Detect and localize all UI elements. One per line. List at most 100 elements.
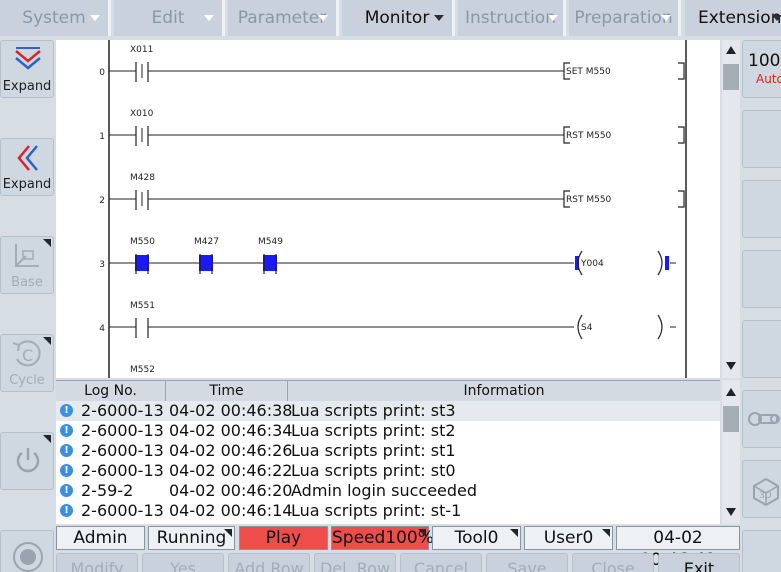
- del-row-button[interactable]: Del. Row: [314, 553, 396, 572]
- 3d-cube-icon: 3D: [753, 477, 779, 507]
- exit-button[interactable]: Exit: [658, 553, 740, 572]
- status-run-state: Running: [148, 526, 235, 550]
- info-icon: !: [60, 484, 73, 497]
- power-button[interactable]: [0, 432, 54, 490]
- contact-label: M427: [194, 237, 219, 247]
- status-user[interactable]: Admin: [56, 526, 145, 550]
- expand-down-icon: [15, 47, 41, 70]
- close-button[interactable]: Close: [572, 553, 654, 572]
- info-icon: !: [60, 444, 73, 457]
- status-tool[interactable]: Tool0: [432, 526, 521, 550]
- chevron-down-icon: [90, 15, 100, 21]
- table-row[interactable]: ! 2-6000-13 04-02 00:46:34 Lua scripts p…: [56, 421, 720, 441]
- menu-extension-label: Extension: [698, 8, 781, 28]
- log-no-cell: 2-6000-13: [81, 501, 164, 520]
- status-mode[interactable]: Play: [239, 526, 328, 550]
- right-button-8[interactable]: [742, 530, 781, 572]
- table-row[interactable]: ! 2-6000-13 04-02 00:46:38 Lua scripts p…: [56, 401, 720, 421]
- zoom-control[interactable]: 100% Auto: [742, 40, 781, 98]
- menu-parameter-label: Parameter: [237, 8, 327, 28]
- contact-energized: [199, 255, 213, 271]
- right-button-4[interactable]: [742, 250, 781, 308]
- contact-label: M428: [130, 173, 155, 183]
- menu-system[interactable]: System: [0, 0, 111, 36]
- add-row-button[interactable]: Add Row: [228, 553, 310, 572]
- log-table-header: Log No. Time Information: [56, 381, 720, 402]
- cancel-button[interactable]: Cancel: [400, 553, 482, 572]
- menu-parameter[interactable]: Parameter: [228, 0, 339, 36]
- rung-number: 0: [99, 68, 105, 78]
- cycle-icon: C: [12, 340, 41, 367]
- menu-system-label: System: [22, 8, 86, 28]
- coil-label: Y004: [580, 259, 604, 269]
- zoom-value: 100%: [748, 51, 781, 71]
- teach-pendant-screen: System Edit Parameter Monitor Instructio…: [0, 0, 781, 572]
- menu-preparation[interactable]: Preparation: [569, 0, 681, 36]
- rung-number: 2: [99, 196, 105, 206]
- scroll-thumb[interactable]: [723, 64, 739, 90]
- corner-marker-icon: [43, 239, 51, 247]
- robot-view-button[interactable]: [742, 390, 781, 448]
- table-row[interactable]: ! 2-6000-13 04-02 00:46:26 Lua scripts p…: [56, 441, 720, 461]
- svg-text:C: C: [22, 346, 33, 365]
- info-icon: !: [60, 504, 73, 517]
- corner-marker-icon: [224, 529, 232, 537]
- menu-instruction[interactable]: Instruction: [458, 0, 566, 36]
- save-button[interactable]: Save: [486, 553, 568, 572]
- right-button-2[interactable]: [742, 110, 781, 168]
- info-icon: !: [60, 464, 73, 477]
- yes-button[interactable]: Yes: [142, 553, 224, 572]
- 3d-view-button[interactable]: 3D: [742, 460, 781, 518]
- menu-preparation-label: Preparation: [574, 8, 673, 28]
- chevron-down-icon: [548, 15, 558, 21]
- scroll-down-icon[interactable]: [726, 362, 736, 370]
- right-button-5[interactable]: [742, 320, 781, 378]
- base-button[interactable]: Base: [0, 236, 54, 294]
- log-scrollbar[interactable]: [722, 380, 740, 524]
- menu-monitor[interactable]: Monitor: [342, 0, 455, 36]
- table-row[interactable]: ! 2-6000-13 04-02 00:46:22 Lua scripts p…: [56, 461, 720, 481]
- expand-down-button[interactable]: Expand: [0, 40, 54, 98]
- expand-left-button[interactable]: Expand: [0, 138, 54, 196]
- table-row[interactable]: ! 2-6000-13 04-02 00:46:14 Lua scripts p…: [56, 501, 720, 521]
- log-no-cell: 2-6000-13: [81, 421, 164, 440]
- chevron-down-icon: [434, 15, 444, 21]
- cycle-button[interactable]: C Cycle: [0, 334, 54, 392]
- alarm-log-table[interactable]: Log No. Time Information ! 2-6000-13 04-…: [56, 380, 720, 524]
- cancel-label: Cancel: [413, 559, 469, 572]
- record-button[interactable]: [0, 530, 54, 572]
- corner-marker-icon: [43, 435, 51, 443]
- status-run-state-label: Running: [156, 528, 227, 548]
- svg-text:3D: 3D: [759, 491, 772, 501]
- status-user-frame[interactable]: User0: [524, 526, 613, 550]
- save-label: Save: [507, 559, 547, 572]
- exit-label: Exit: [683, 559, 715, 572]
- status-user-label: Admin: [73, 528, 128, 548]
- scroll-up-icon[interactable]: [726, 46, 736, 54]
- chevron-down-icon: [204, 15, 214, 21]
- right-button-3[interactable]: [742, 180, 781, 238]
- cycle-label: Cycle: [9, 373, 45, 388]
- ladder-diagram[interactable]: 0 X011 SET M550 1 X010 RST M550 2 M428 RST M550 3…: [56, 40, 720, 378]
- expand-left-label: Expand: [2, 177, 52, 192]
- ladder-scrollbar[interactable]: [722, 40, 740, 378]
- scroll-up-icon[interactable]: [726, 388, 736, 396]
- log-no-cell: 2-59-2: [81, 481, 134, 500]
- menu-edit[interactable]: Edit: [114, 0, 225, 36]
- scroll-thumb[interactable]: [723, 406, 739, 432]
- table-row[interactable]: ! 2-59-2 04-02 00:46:20 Admin login succ…: [56, 481, 720, 501]
- coil-label: S4: [581, 323, 593, 333]
- modify-button[interactable]: Modify: [56, 553, 138, 572]
- log-time-cell: 04-02 00:46:26: [169, 441, 293, 460]
- menu-extension[interactable]: Extension: [685, 0, 781, 36]
- log-time-cell: 04-02 00:46:22: [169, 461, 293, 480]
- log-info-cell: Lua scripts print: st2: [291, 421, 456, 440]
- rung-number: 3: [99, 260, 105, 270]
- power-icon: [16, 448, 40, 473]
- status-speed[interactable]: Speed100%: [331, 526, 434, 550]
- base-label: Base: [11, 275, 43, 290]
- top-menu-bar: System Edit Parameter Monitor Instructio…: [0, 0, 781, 36]
- info-icon: !: [60, 404, 73, 417]
- ladder-canvas: 0 X011 SET M550 1 X010 RST M550 2 M428 RST M550 3…: [99, 40, 687, 378]
- scroll-down-icon[interactable]: [726, 508, 736, 516]
